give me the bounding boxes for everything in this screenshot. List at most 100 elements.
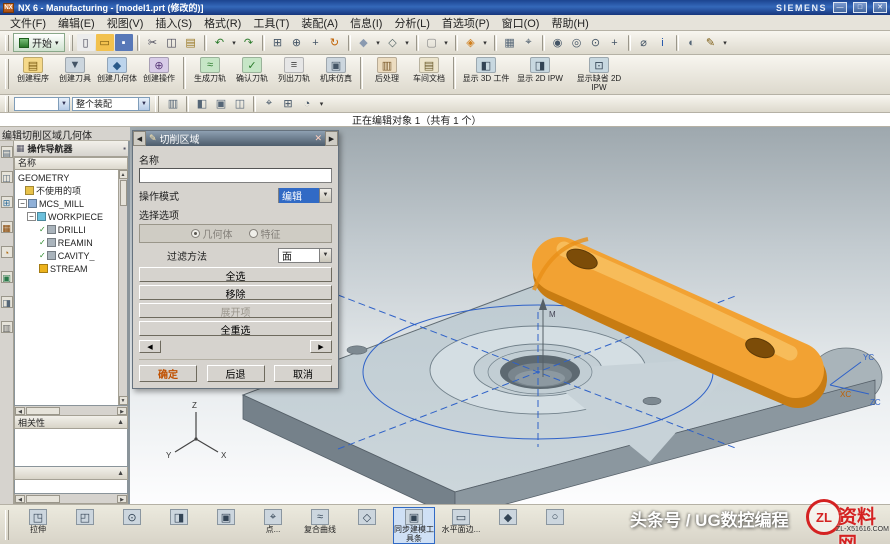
verify-toolpath-button[interactable]: ✓ 确认刀轨 <box>231 55 273 93</box>
wireframe-dropdown-icon[interactable]: ▾ <box>403 34 412 51</box>
horizontal-boundary-button[interactable]: ▭ 水平面边... <box>440 507 482 544</box>
dialog-forward-arrow[interactable]: ▶ <box>325 131 338 146</box>
select-edge-icon[interactable]: ◫ <box>231 95 249 112</box>
expand-item-button[interactable]: 展开项 <box>139 303 332 318</box>
shaded-view-icon[interactable]: ◆ <box>355 34 373 51</box>
dialog-back-arrow[interactable]: ◀ <box>133 131 146 146</box>
toolbar-grip[interactable] <box>69 35 73 51</box>
cut-icon[interactable]: ✂ <box>144 34 162 51</box>
menu-item[interactable]: 帮助(H) <box>545 15 594 31</box>
show-default-2d-ipw-button[interactable]: ⊡ 显示缺省 2D IPW <box>567 55 631 93</box>
snap-dropdown-icon[interactable]: ▾ <box>317 95 326 112</box>
menu-item[interactable]: 首选项(P) <box>436 15 496 31</box>
redo-icon[interactable]: ↷ <box>240 34 258 51</box>
tree-item-workpiece[interactable]: − WORKPIECE <box>15 210 118 223</box>
details-section-header[interactable]: ▲ <box>14 467 128 480</box>
menu-item[interactable]: 装配(A) <box>295 15 344 31</box>
face-analysis-icon[interactable]: ▢ <box>423 34 441 51</box>
filter-method-dropdown[interactable]: 面 ▼ <box>278 248 332 263</box>
tree-item-unused[interactable]: 不使用的项 <box>15 184 118 197</box>
minimize-button[interactable]: — <box>833 2 847 13</box>
synchronous-modeling-button[interactable]: ▣ 同步建模工具条 <box>393 507 435 544</box>
name-input[interactable] <box>139 168 332 183</box>
selection-filter-combo[interactable]: ▼ <box>14 97 70 111</box>
menu-item[interactable]: 工具(T) <box>247 15 295 31</box>
part-navigator-icon[interactable]: ⊞ <box>1 196 13 208</box>
next-page-button[interactable]: ▶ <box>310 340 332 353</box>
view-dropdown-icon[interactable]: ▾ <box>481 34 490 51</box>
integration-icon[interactable]: ▣ <box>1 271 13 283</box>
snap-center-icon[interactable]: ◉ <box>549 34 567 51</box>
remove-button[interactable]: 移除 <box>139 285 332 300</box>
toolbar-button[interactable]: ◰ <box>64 507 106 544</box>
dialog-title-bar[interactable]: ✎ 切削区域 ✕ <box>146 131 325 146</box>
undo-dropdown-icon[interactable]: ▾ <box>230 34 239 51</box>
collapse-icon[interactable]: ▲ <box>117 470 124 477</box>
toolbar-grip[interactable] <box>5 35 9 51</box>
select-face-icon[interactable]: ◧ <box>193 95 211 112</box>
create-program-button[interactable]: ▤ 创建程序 <box>12 55 54 93</box>
toolbar-grip[interactable] <box>5 59 9 89</box>
zoom-icon[interactable]: ⊕ <box>288 34 306 51</box>
scroll-right-icon[interactable]: ▶ <box>117 407 127 415</box>
menu-item[interactable]: 信息(I) <box>344 15 388 31</box>
snap-midpoint-icon[interactable]: ◎ <box>568 34 586 51</box>
measure-icon[interactable]: ⌀ <box>635 34 653 51</box>
toolbar-button[interactable]: ▣ <box>205 507 247 544</box>
menu-item[interactable]: 格式(R) <box>198 15 247 31</box>
cancel-button[interactable]: 取消 <box>274 365 332 382</box>
mode-dropdown[interactable]: 编辑 ▼ <box>278 188 332 203</box>
expander-icon[interactable]: − <box>27 212 36 221</box>
filter-type-icon[interactable]: ▥ <box>164 95 182 112</box>
tree-item-streamline[interactable]: STREAM <box>15 262 118 275</box>
start-button[interactable]: 开始 ▾ <box>13 33 65 52</box>
extrude-button[interactable]: ◳ 拉伸 <box>17 507 59 544</box>
toolbar-button[interactable]: ◇ <box>346 507 388 544</box>
radio-geometry[interactable]: 几何体 <box>191 226 233 241</box>
list-toolpath-button[interactable]: ≡ 列出刀轨 <box>273 55 315 93</box>
show-3d-workpiece-button[interactable]: ◧ 显示 3D 工件 <box>459 55 513 93</box>
scrollbar-thumb[interactable] <box>26 407 60 415</box>
scroll-down-icon[interactable]: ▼ <box>119 396 128 405</box>
maximize-button[interactable]: □ <box>853 2 867 13</box>
show-2d-ipw-button[interactable]: ◨ 显示 2D IPW <box>513 55 567 93</box>
scroll-right-icon[interactable]: ▶ <box>117 495 127 503</box>
scroll-left-icon[interactable]: ◀ <box>15 495 25 503</box>
new-file-icon[interactable]: ▯ <box>77 34 95 51</box>
menu-item[interactable]: 编辑(E) <box>52 15 101 31</box>
horizontal-scrollbar[interactable]: ◀ ▶ <box>14 406 128 416</box>
history-icon[interactable]: ◨ <box>1 296 13 308</box>
copy-icon[interactable]: ◫ <box>163 34 181 51</box>
horizontal-scrollbar[interactable]: ◀ ▶ <box>14 494 128 504</box>
tree-item-cavity-mill[interactable]: ✓ CAVITY_ <box>15 249 118 262</box>
menu-item[interactable]: 窗口(O) <box>496 15 546 31</box>
tree-item-reaming[interactable]: ✓ REAMIN <box>15 236 118 249</box>
point-button[interactable]: ⌖ 点... <box>252 507 294 544</box>
toolbar-button[interactable]: ⊙ <box>111 507 153 544</box>
composite-curve-button[interactable]: ≈ 复合曲线 <box>299 507 341 544</box>
layer-settings-icon[interactable]: ▦ <box>501 34 519 51</box>
scroll-left-icon[interactable]: ◀ <box>15 407 25 415</box>
pin-icon[interactable]: ▪ <box>123 144 126 153</box>
vertical-scrollbar[interactable]: ▲ ▼ <box>118 170 127 405</box>
create-geometry-button[interactable]: ◆ 创建几何体 <box>96 55 138 93</box>
roles-icon[interactable]: ▥ <box>1 321 13 333</box>
toolbar-grip[interactable] <box>5 96 9 112</box>
rotate-icon[interactable]: ↻ <box>326 34 344 51</box>
tree-item-geometry[interactable]: GEOMETRY <box>15 171 118 184</box>
save-icon[interactable]: ▪ <box>115 34 133 51</box>
name-column-header[interactable]: 名称 <box>14 157 128 170</box>
operation-navigator-icon[interactable]: ▦ <box>1 221 13 233</box>
constraint-navigator-icon[interactable]: ◫ <box>1 171 13 183</box>
curve-snap-icon[interactable]: ◔ <box>298 95 316 112</box>
snap-endpoint-icon[interactable]: ⊙ <box>587 34 605 51</box>
dialog-close-icon[interactable]: ✕ <box>314 133 322 144</box>
scrollbar-thumb[interactable] <box>120 180 127 206</box>
machine-simulation-button[interactable]: ▣ 机床仿真 <box>315 55 357 93</box>
select-all-button[interactable]: 全选 <box>139 267 332 282</box>
menu-item[interactable]: 文件(F) <box>4 15 52 31</box>
expander-icon[interactable]: − <box>18 199 27 208</box>
shop-documentation-button[interactable]: ▤ 车间文档 <box>408 55 450 93</box>
reselect-all-button[interactable]: 全重选 <box>139 321 332 336</box>
wireframe-view-icon[interactable]: ◇ <box>384 34 402 51</box>
